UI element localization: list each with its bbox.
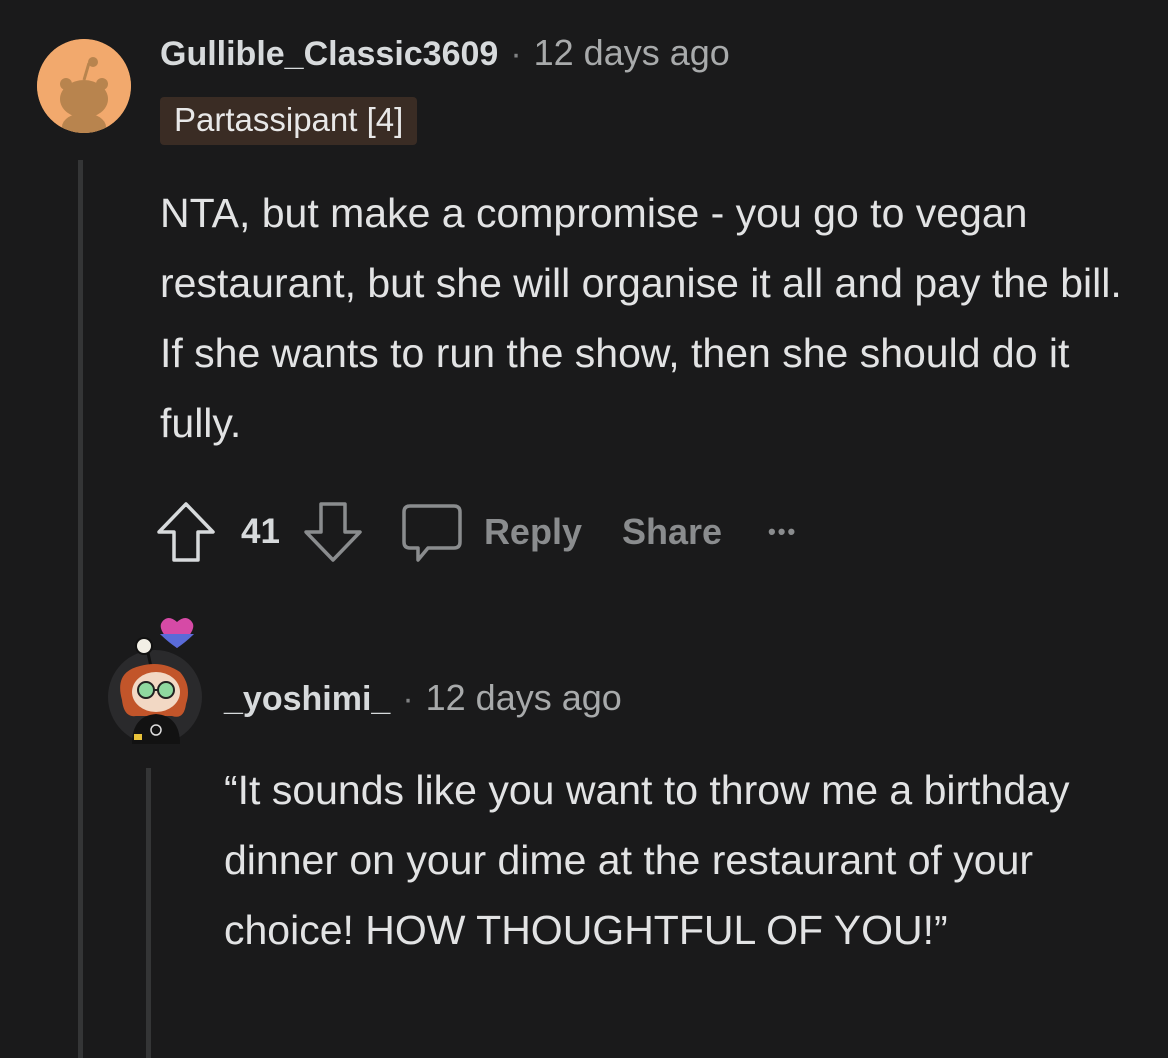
vote-score: 41 [241, 512, 280, 551]
snoo-avatar-icon [37, 39, 131, 133]
thread-line-level-2[interactable] [146, 768, 151, 1058]
comment-icon[interactable] [400, 500, 464, 564]
comment-meta: Gullible_Classic3609 · 12 days ago [160, 32, 730, 74]
username-link[interactable]: _yoshimi_ [224, 680, 390, 719]
more-options-icon[interactable]: ••• [768, 519, 797, 545]
username-link[interactable]: Gullible_Classic3609 [160, 35, 498, 74]
comment-actions: 41 Reply Share ••• [155, 500, 797, 564]
comment-thread: Gullible_Classic3609 · 12 days ago Parta… [0, 0, 1168, 1058]
reply-button[interactable]: Reply [484, 511, 582, 553]
meta-separator: · [510, 35, 522, 73]
meta-separator: · [402, 680, 414, 718]
timestamp-link[interactable]: 12 days ago [426, 677, 622, 719]
user-flair: Partassipant [4] [160, 97, 418, 145]
thread-line-level-1[interactable] [78, 160, 83, 1058]
comment-body: “It sounds like you want to throw me a b… [224, 767, 1070, 953]
downvote-icon[interactable] [302, 500, 364, 564]
avatar[interactable] [37, 39, 131, 133]
comment-meta: _yoshimi_ · 12 days ago [224, 677, 622, 719]
share-button[interactable]: Share [622, 511, 722, 553]
upvote-icon[interactable] [155, 500, 217, 564]
comment-body: NTA, but make a compromise - you go to v… [160, 190, 1122, 446]
user-avatar-icon [108, 618, 202, 744]
timestamp-link[interactable]: 12 days ago [534, 32, 730, 74]
avatar[interactable] [100, 612, 210, 747]
